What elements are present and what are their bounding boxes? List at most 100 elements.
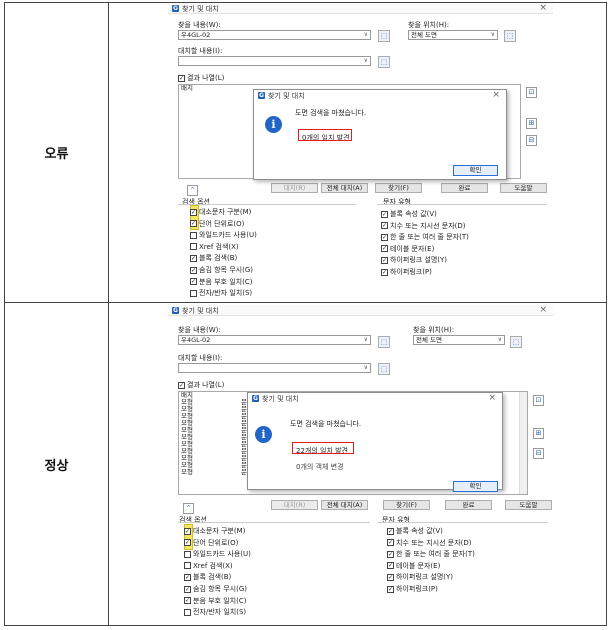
list-results-label: 결과 나열(L) <box>187 381 225 389</box>
replace-button[interactable]: 대치(R) <box>271 183 318 193</box>
find-input[interactable]: 우4GL-02 ∨ <box>178 335 371 345</box>
replace-button[interactable]: 대치(R) <box>271 500 318 510</box>
select-button[interactable]: ⊞ <box>533 428 544 439</box>
text-type-checkbox[interactable]: ✓ 하이퍼링크 설명(Y) <box>387 572 453 582</box>
collapse-options-button[interactable]: ⌃ <box>187 185 198 196</box>
text-type-checkbox[interactable]: ✓ 한 줄 또는 여러 줄 문자(T) <box>381 232 469 242</box>
search-option-checkbox[interactable]: ✓ 분음 부호 일치(C) <box>190 277 252 287</box>
result-popup: G 찾기 및 대치 × 도면 검색을 마쳤습니다. i 0개의 일치 발견 확인 <box>253 89 507 180</box>
search-option-checkbox[interactable]: ✓ 분음 부호 일치(C) <box>184 596 246 606</box>
export-button[interactable]: ⊟ <box>533 448 544 459</box>
text-type-checkbox[interactable]: ✓ 블록 속성 값(V) <box>387 526 443 536</box>
select-area-button[interactable]: ⬚ <box>504 30 516 42</box>
check-icon: ✓ <box>190 220 197 228</box>
chevron-down-icon: ∨ <box>363 31 368 38</box>
text-type-checkbox[interactable]: ✓ 치수 또는 지시선 문자(D) <box>387 538 472 548</box>
help-button[interactable]: 도움말 <box>505 500 552 510</box>
select-objects-button[interactable]: ⬚ <box>378 30 390 42</box>
location-select[interactable]: 전체 도면 ∨ <box>408 30 498 40</box>
text-types-heading: 문자 유형 <box>383 198 411 206</box>
search-option-checkbox[interactable]: Xref 검색(X) <box>184 561 233 571</box>
text-type-label: 하이퍼링크(P) <box>390 268 432 276</box>
select-area-button[interactable]: ⬚ <box>510 336 522 348</box>
check-icon: ✓ <box>387 573 394 581</box>
select-icon: ⬚ <box>512 338 520 346</box>
row-label: 오류 <box>5 3 109 302</box>
search-option-checkbox[interactable]: ✓ 블록 검색(B) <box>190 253 237 263</box>
text-type-label: 테이블 문자(E) <box>390 244 435 253</box>
zoom-button[interactable]: ⊡ <box>533 395 544 406</box>
search-option-checkbox[interactable]: Xref 검색(X) <box>190 242 239 252</box>
select-objects-button[interactable]: ⬚ <box>378 336 390 348</box>
select-button[interactable]: ⊞ <box>526 118 537 129</box>
text-type-checkbox[interactable]: ✓ 하이퍼링크(P) <box>381 267 432 277</box>
search-option-checkbox[interactable]: ✓ 숨김 항목 무시(G) <box>184 584 247 594</box>
replace-input[interactable]: ∨ <box>178 363 371 373</box>
check-icon: ✓ <box>387 585 394 593</box>
check-icon: ✓ <box>184 527 191 535</box>
text-type-checkbox[interactable]: ✓ 하이퍼링크(P) <box>387 584 438 594</box>
list-results-checkbox[interactable]: ✓ 결과 나열(L) <box>178 380 224 390</box>
replace-all-button[interactable]: 전체 대치(A) <box>321 183 368 193</box>
info-icon: i <box>255 426 272 443</box>
text-type-label: 하이퍼링크(P) <box>396 585 438 593</box>
search-option-label: 숨김 항목 무시(G) <box>199 266 253 274</box>
replace-label: 대치할 내용(I): <box>178 47 223 55</box>
select-replace-button[interactable]: ⬚ <box>378 56 390 68</box>
text-type-label: 블록 속성 값(V) <box>390 210 437 218</box>
search-option-checkbox[interactable]: ✓ 블록 검색(B) <box>184 572 231 582</box>
search-option-label: 블록 검색(B) <box>193 573 232 582</box>
select-icon: ⬚ <box>380 58 388 66</box>
popup-close-button[interactable]: × <box>492 90 500 100</box>
search-option-checkbox[interactable]: 전자/반자 일치(S) <box>184 607 246 617</box>
export-button[interactable]: ⊟ <box>526 135 537 146</box>
find-button[interactable]: 찾기(F) <box>375 183 422 193</box>
replace-input[interactable]: ∨ <box>178 56 371 66</box>
list-results-checkbox[interactable]: ✓ 결과 나열(L) <box>178 73 224 83</box>
done-button[interactable]: 완료 <box>445 500 492 510</box>
find-button[interactable]: 찾기(F) <box>383 500 430 510</box>
help-button[interactable]: 도움말 <box>500 183 547 193</box>
search-option-checkbox[interactable]: ✓ 단어 단위로(O) <box>190 219 244 229</box>
search-option-checkbox[interactable]: 전자/반자 일치(S) <box>190 288 252 298</box>
find-input[interactable]: 우4GL-02 ∨ <box>178 30 371 40</box>
check-icon: ✓ <box>190 266 197 274</box>
results-scrollbar[interactable] <box>519 392 527 494</box>
dialog-title: 찾기 및 대치 <box>182 5 219 13</box>
search-option-label: 분음 부호 일치(C) <box>199 277 253 286</box>
search-option-checkbox[interactable]: ✓ 대소문자 구분(M) <box>184 526 245 536</box>
done-button[interactable]: 완료 <box>441 183 488 193</box>
check-icon: ✓ <box>184 597 191 605</box>
search-option-checkbox[interactable]: 와일드카드 사용(U) <box>184 549 251 559</box>
text-type-checkbox[interactable]: ✓ 한 줄 또는 여러 줄 문자(T) <box>387 549 475 559</box>
close-button[interactable]: × <box>539 3 547 13</box>
search-option-checkbox[interactable]: ✓ 숨김 항목 무시(G) <box>190 265 253 275</box>
ok-button[interactable]: 확인 <box>453 481 498 492</box>
search-option-checkbox[interactable]: ✓ 단어 단위로(O) <box>184 538 238 548</box>
location-select[interactable]: 전체 도면 ∨ <box>413 335 505 345</box>
replace-all-button[interactable]: 전체 대치(A) <box>321 500 368 510</box>
chevron-up-icon: ⌃ <box>189 186 196 194</box>
zoom-button[interactable]: ⊡ <box>526 87 537 98</box>
search-option-label: 숨김 항목 무시(G) <box>193 585 247 593</box>
text-type-checkbox[interactable]: ✓ 블록 속성 값(V) <box>381 209 437 219</box>
search-option-checkbox[interactable]: ✓ 대소문자 구분(M) <box>190 207 251 217</box>
close-button[interactable]: × <box>539 305 547 315</box>
select-replace-button[interactable]: ⬚ <box>378 363 390 375</box>
ok-button[interactable]: 확인 <box>453 165 498 176</box>
text-type-checkbox[interactable]: ✓ 하이퍼링크 설명(Y) <box>381 255 447 265</box>
search-option-label: 분음 부호 일치(C) <box>193 596 247 605</box>
search-option-label: Xref 검색(X) <box>193 561 233 570</box>
collapse-options-button[interactable]: ⌃ <box>183 503 194 514</box>
checkbox-empty-icon <box>184 550 191 558</box>
search-option-checkbox[interactable]: 와일드카드 사용(U) <box>190 230 257 240</box>
checkbox-empty-icon <box>190 231 197 239</box>
app-icon: G <box>258 92 265 99</box>
text-type-checkbox[interactable]: ✓ 테이블 문자(E) <box>387 561 440 571</box>
text-type-checkbox[interactable]: ✓ 테이블 문자(E) <box>381 244 434 254</box>
popup-close-button[interactable]: × <box>488 393 496 403</box>
check-icon: ✓ <box>190 208 197 216</box>
text-type-checkbox[interactable]: ✓ 치수 또는 지시선 문자(D) <box>381 221 466 231</box>
highlight-box <box>292 442 354 454</box>
checkbox-empty-icon <box>190 289 197 297</box>
